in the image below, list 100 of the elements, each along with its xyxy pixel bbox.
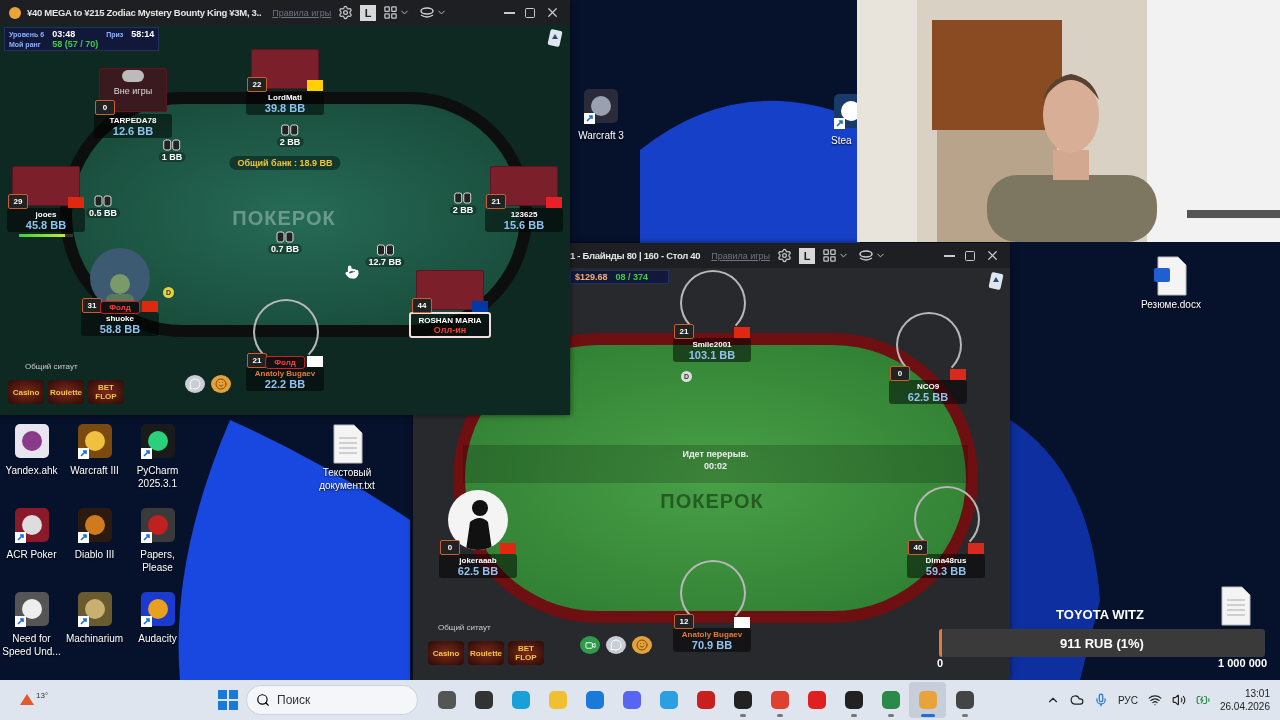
game-logo[interactable]: Casino: [428, 641, 464, 665]
speech-bubble-icon: [189, 378, 201, 390]
app-icon: [621, 690, 642, 710]
caret-icon: [838, 250, 850, 261]
camera-icon: [584, 639, 596, 651]
bet-amount: 0.7 BB: [268, 244, 302, 254]
icon-label: PyCharm 2025.3.1: [135, 464, 180, 490]
gear-icon: [777, 248, 793, 263]
rank-value: 58 (57 / 70): [52, 39, 99, 49]
window-title: ¥40 MEGA to ¥215 Zodiac Mystery Bounty King ¥3M, 3..: [27, 7, 262, 18]
mic-icon[interactable]: [1093, 693, 1108, 707]
start-icon[interactable]: [218, 690, 238, 710]
desktop-icon[interactable]: Papers, Please: [126, 506, 189, 584]
bet-amount: 2 BB: [449, 205, 477, 215]
desktop-icon[interactable]: PyCharm 2025.3.1: [126, 422, 189, 500]
player-name: jooes: [35, 210, 57, 219]
player-name: Anatoly Bugaev: [254, 369, 316, 378]
chip-stack-icon: [94, 193, 112, 207]
chat-button[interactable]: [185, 375, 205, 393]
player-name: TARPEDA78: [109, 116, 157, 125]
card-backs: [490, 166, 558, 206]
rules-link[interactable]: Правила игры: [272, 7, 332, 18]
desktop-icon[interactable]: Machinarium: [63, 590, 126, 668]
battery-icon[interactable]: [1195, 693, 1210, 707]
game-logo[interactable]: Roulette: [468, 641, 504, 665]
bet-amount: 0.5 BB: [86, 208, 120, 218]
sitout-option: Общий ситаут: [438, 623, 491, 632]
icon-label: ACR Poker: [5, 548, 58, 561]
search-field[interactable]: Поиск: [246, 685, 418, 715]
language-indicator[interactable]: РУС: [1117, 694, 1138, 706]
fold-label: Фолд: [100, 301, 140, 314]
icon-label: Warcraft III: [69, 464, 120, 477]
app-icon: [843, 690, 864, 710]
wifi-icon[interactable]: [1147, 693, 1162, 707]
running-indicator: [887, 714, 894, 717]
emoji-button[interactable]: [632, 636, 652, 654]
weather-widget[interactable]: 13°: [0, 691, 218, 709]
card-backs: [416, 270, 484, 310]
running-indicator: [739, 714, 746, 717]
game-logo[interactable]: Casino: [8, 380, 44, 404]
chat-button[interactable]: [606, 636, 626, 654]
goal-max: 1 000 000: [1218, 657, 1267, 669]
desktop-icon[interactable]: Warcraft 3: [573, 87, 629, 142]
desktop-icon[interactable]: Yandex.ahk: [0, 422, 63, 500]
level-badge: 21: [247, 353, 267, 368]
video-button[interactable]: [580, 636, 600, 654]
app-logo-icon: [8, 5, 22, 20]
break-timer: 58:14: [131, 29, 155, 39]
smiley-icon: [636, 639, 648, 651]
clock[interactable]: 13:01 26.04.2026: [1219, 688, 1270, 712]
app-icon: [769, 690, 790, 710]
minimize-button[interactable]: [502, 11, 517, 14]
chip-stack-icon: [276, 229, 294, 243]
layout-button[interactable]: L: [799, 247, 816, 264]
level-badge: 31: [82, 298, 102, 313]
sitout-option: Общий ситаут: [25, 362, 78, 371]
chip-stack: 22.2 BB: [264, 378, 306, 390]
level-badge: 0: [95, 100, 115, 115]
chips-icon: [858, 248, 875, 263]
app-icon: [917, 690, 938, 710]
app-icon: [880, 690, 901, 710]
chip-stack: 62.5 BB: [457, 565, 499, 577]
player-name: NCO9: [916, 382, 940, 391]
player-name: jokeraaab: [459, 556, 497, 565]
game-logo[interactable]: Roulette: [48, 380, 84, 404]
chip-stack-icon: [163, 137, 181, 151]
desktop-icon[interactable]: [1218, 586, 1252, 626]
emoji-button[interactable]: [211, 375, 231, 393]
minimize-button[interactable]: [942, 254, 957, 257]
maximize-button[interactable]: [962, 249, 978, 262]
bet-amount: 2 BB: [276, 137, 304, 147]
cursor-icon: [345, 265, 359, 279]
close-icon: [985, 248, 1000, 263]
pot-label: Общий банк : 18.9 BB: [229, 156, 341, 170]
app-icon: [954, 690, 975, 710]
layout-button[interactable]: L: [360, 4, 377, 21]
app-icon: [695, 690, 716, 710]
rank-value: 08 / 374: [615, 272, 649, 282]
minimize-icon: [504, 11, 515, 14]
rules-link[interactable]: Правила игры: [711, 250, 771, 261]
desktop-icon[interactable]: ACR Poker: [0, 506, 63, 584]
volume-icon[interactable]: [1171, 693, 1186, 707]
desktop-icon[interactable]: Need for Speed Und...: [0, 590, 63, 668]
app-icon: [473, 690, 494, 710]
desktop-icon[interactable]: Warcraft III: [63, 422, 126, 500]
sitout-text: Вне игры: [113, 86, 153, 96]
level-badge: 12: [674, 614, 694, 629]
chip-stack: 103.1 BB: [688, 349, 736, 361]
level-badge: 44: [412, 298, 432, 313]
sitout-icon: [122, 70, 144, 82]
desktop-icon[interactable]: Diablo III: [63, 506, 126, 584]
game-logo[interactable]: BET FLOP: [88, 380, 124, 404]
desktop-icon[interactable]: Резюме.docx: [1136, 256, 1206, 311]
chip-stack: 62.5 BB: [907, 391, 949, 403]
maximize-button[interactable]: [522, 6, 538, 19]
bet-amount: 1 BB: [158, 152, 186, 162]
desktop-icon[interactable]: Audacity: [126, 590, 189, 668]
player-name: Anatoly Bugaev: [681, 630, 743, 639]
game-logo[interactable]: BET FLOP: [508, 641, 544, 665]
cloud-icon[interactable]: [1069, 693, 1084, 707]
